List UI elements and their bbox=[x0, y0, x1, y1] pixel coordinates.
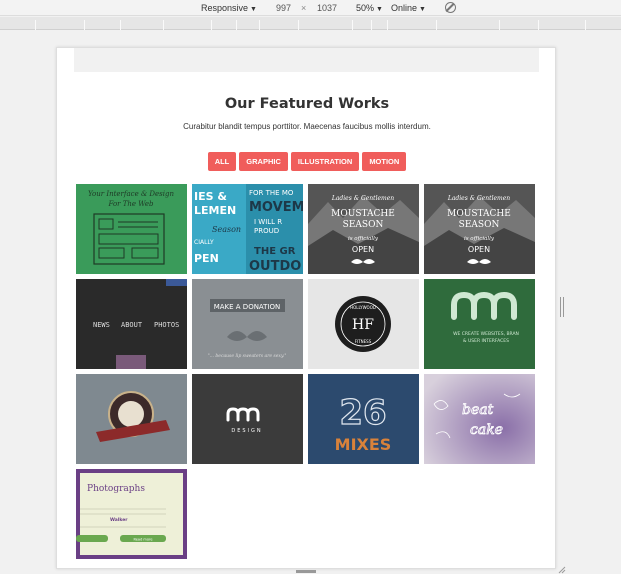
svg-text:SEASON: SEASON bbox=[459, 220, 500, 230]
svg-text:Read more: Read more bbox=[134, 538, 153, 542]
times-separator: × bbox=[301, 3, 307, 13]
svg-text:& USER INTERFACES: & USER INTERFACES bbox=[463, 338, 509, 344]
network-caret-icon: ▼ bbox=[419, 6, 426, 13]
svg-text:MOVEM: MOVEM bbox=[249, 200, 303, 215]
svg-text:OUTDO: OUTDO bbox=[249, 259, 301, 274]
device-label: Responsive bbox=[201, 3, 249, 13]
portfolio-item[interactable]: WE CREATE WEBSITES, BRAN & USER INTERFAC… bbox=[424, 279, 535, 369]
media-query-ruler[interactable] bbox=[0, 17, 621, 30]
svg-text:DESIGN: DESIGN bbox=[231, 428, 262, 434]
svg-text:PEN: PEN bbox=[194, 252, 219, 265]
svg-text:Walker: Walker bbox=[110, 517, 128, 523]
portfolio-item[interactable]: Photographs Walker Read more bbox=[76, 469, 187, 559]
zoom-select[interactable]: 50% ▼ bbox=[356, 3, 383, 13]
portfolio-item[interactable]: Your Interface & Design For The Web bbox=[76, 184, 187, 274]
portfolio-item[interactable]: beat cake bbox=[424, 374, 535, 464]
svg-text:WE CREATE WEBSITES, BRAN: WE CREATE WEBSITES, BRAN bbox=[453, 331, 519, 337]
device-caret-icon: ▼ bbox=[250, 6, 257, 13]
svg-text:I WILL R: I WILL R bbox=[254, 218, 282, 226]
height-input[interactable]: 1037 bbox=[317, 3, 337, 13]
svg-text:SEASON: SEASON bbox=[343, 220, 384, 230]
portfolio-item[interactable]: MAKE A DONATION "... because lip sweater… bbox=[192, 279, 303, 369]
resize-handle-right[interactable] bbox=[560, 297, 564, 317]
svg-text:LEMEN: LEMEN bbox=[194, 204, 236, 217]
svg-text:HOLLYWOOD: HOLLYWOOD bbox=[350, 305, 376, 310]
svg-text:OPEN: OPEN bbox=[468, 245, 490, 254]
svg-text:"... because lip sweaters are: "... because lip sweaters are sexy." bbox=[208, 353, 287, 359]
rotate-icon[interactable] bbox=[445, 2, 456, 13]
network-select[interactable]: Online ▼ bbox=[391, 3, 426, 13]
svg-text:MOUSTACHE: MOUSTACHE bbox=[331, 209, 395, 219]
filter-illustration-button[interactable]: ILLUSTRATION bbox=[290, 152, 360, 171]
svg-text:Your Interface & Design: Your Interface & Design bbox=[88, 190, 174, 198]
svg-text:ABOUT: ABOUT bbox=[121, 321, 143, 329]
svg-text:cake: cake bbox=[470, 422, 503, 438]
portfolio-item[interactable]: IES & LEMEN FOR THE MO MOVEM I WILL R PR… bbox=[192, 184, 303, 274]
portfolio-item[interactable]: NEWS ABOUT PHOTOS bbox=[76, 279, 187, 369]
svg-text:Season: Season bbox=[212, 225, 241, 234]
zoom-label: 50% bbox=[356, 3, 375, 13]
portfolio-item[interactable]: 26 MIXES bbox=[308, 374, 419, 464]
svg-text:NEWS: NEWS bbox=[93, 321, 110, 329]
svg-text:PHOTOS: PHOTOS bbox=[154, 321, 179, 329]
svg-text:OPEN: OPEN bbox=[352, 245, 374, 254]
svg-text:For The Web: For The Web bbox=[107, 200, 154, 208]
filter-motion-button[interactable]: MOTION bbox=[362, 152, 407, 171]
filter-all-button[interactable]: ALL bbox=[207, 152, 237, 171]
svg-text:THE GR: THE GR bbox=[254, 246, 296, 257]
header-strip bbox=[74, 48, 539, 72]
svg-text:26: 26 bbox=[339, 393, 386, 433]
portfolio-item[interactable]: Ladies & Gentlemen MOUSTACHE SEASON is o… bbox=[424, 184, 535, 274]
width-input[interactable]: 997 bbox=[276, 3, 291, 13]
devtools-toolbar: Responsive ▼ 997 × 1037 50% ▼ Online ▼ bbox=[0, 0, 621, 16]
svg-text:is officially: is officially bbox=[348, 236, 379, 242]
svg-text:FITNESS: FITNESS bbox=[355, 339, 372, 344]
device-select[interactable]: Responsive ▼ bbox=[201, 3, 257, 13]
resize-corner-icon[interactable] bbox=[558, 566, 566, 574]
filter-graphic-button[interactable]: GRAPHIC bbox=[239, 152, 288, 171]
svg-text:Ladies & Gentlemen: Ladies & Gentlemen bbox=[447, 195, 510, 202]
portfolio-item[interactable]: HOLLYWOOD HF FITNESS bbox=[308, 279, 419, 369]
svg-text:PROUD: PROUD bbox=[254, 227, 279, 235]
page-subtitle: Curabitur blandit tempus porttitor. Maec… bbox=[183, 122, 431, 131]
svg-text:HF: HF bbox=[352, 317, 374, 333]
svg-text:Ladies & Gentlemen: Ladies & Gentlemen bbox=[331, 195, 394, 202]
svg-text:CIALLY: CIALLY bbox=[194, 239, 214, 246]
svg-text:FOR THE MO: FOR THE MO bbox=[249, 189, 294, 197]
portfolio-item[interactable]: DESIGN bbox=[192, 374, 303, 464]
portfolio-filters: ALL GRAPHIC ILLUSTRATION MOTION bbox=[57, 152, 555, 171]
device-viewport: Our Featured Works Curabitur blandit tem… bbox=[56, 47, 556, 569]
svg-text:MOUSTACHE: MOUSTACHE bbox=[447, 209, 511, 219]
svg-text:is officially: is officially bbox=[464, 236, 495, 242]
svg-text:IES &: IES & bbox=[194, 190, 227, 203]
svg-text:MIXES: MIXES bbox=[335, 435, 392, 454]
portfolio-item[interactable]: Ladies & Gentlemen MOUSTACHE SEASON is o… bbox=[308, 184, 419, 274]
page-title: Our Featured Works bbox=[224, 96, 390, 112]
resize-handle-bottom[interactable] bbox=[296, 570, 316, 573]
svg-text:Photographs: Photographs bbox=[87, 484, 145, 494]
svg-text:beat: beat bbox=[462, 402, 494, 418]
network-label: Online bbox=[391, 3, 418, 13]
svg-text:MAKE A DONATION: MAKE A DONATION bbox=[214, 303, 281, 311]
portfolio-item[interactable] bbox=[76, 374, 187, 464]
zoom-caret-icon: ▼ bbox=[376, 6, 383, 13]
